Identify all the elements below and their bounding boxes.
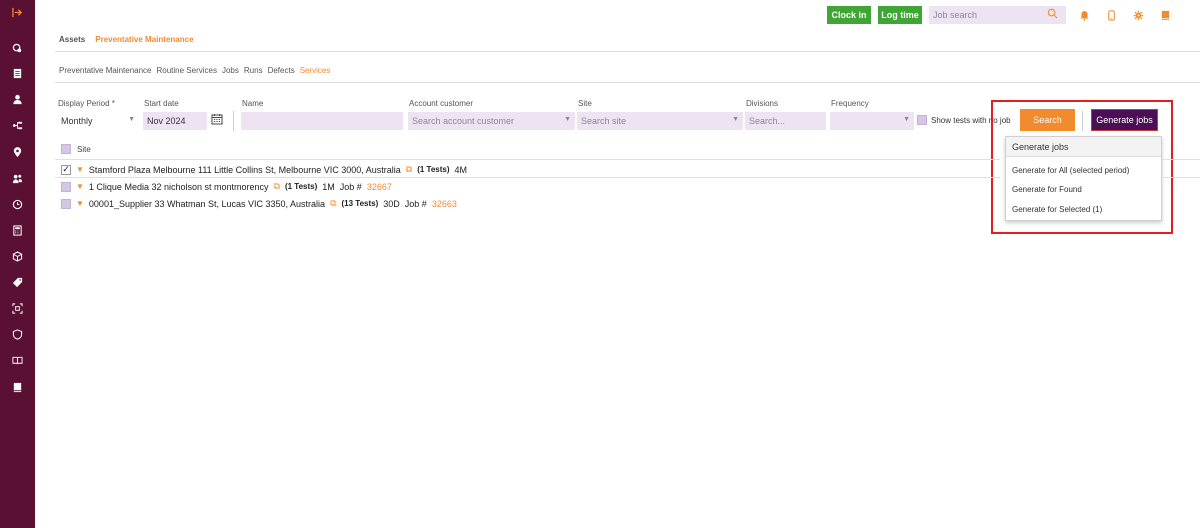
- tests-count: (1 Tests): [417, 165, 450, 174]
- subtab-defects[interactable]: Defects: [268, 66, 295, 75]
- external-link-icon[interactable]: ⧉: [274, 181, 280, 192]
- start-date-input[interactable]: Nov 2024: [143, 112, 207, 130]
- start-date-value: Nov 2024: [147, 116, 186, 126]
- hierarchy-icon[interactable]: [0, 115, 35, 135]
- name-input[interactable]: [241, 112, 403, 130]
- clock-icon[interactable]: [0, 194, 35, 214]
- search-icon[interactable]: [1047, 8, 1058, 21]
- price-tag-icon[interactable]: [0, 272, 35, 292]
- start-date-label: Start date: [144, 99, 179, 108]
- chevron-down-icon: ▼: [128, 116, 135, 123]
- divider: [55, 51, 1200, 52]
- frequency-value: 1M: [322, 181, 335, 192]
- subtab-jobs[interactable]: Jobs: [222, 66, 239, 75]
- log-time-button[interactable]: Log time: [878, 6, 922, 24]
- divider: [1162, 159, 1200, 160]
- tests-count: (1 Tests): [284, 182, 318, 191]
- site-column-header: Site: [77, 144, 91, 154]
- sub-tabs: Preventative Maintenance Routine Service…: [59, 66, 330, 75]
- job-label: Job #: [404, 198, 427, 209]
- account-customer-placeholder: Search account customer: [412, 116, 515, 126]
- table-row[interactable]: ▼ 1 Clique Media 32 nicholson st montmor…: [61, 181, 392, 192]
- document-icon[interactable]: [0, 63, 35, 83]
- tab-preventative-maintenance[interactable]: Preventative Maintenance: [95, 35, 193, 44]
- frequency-label: Frequency: [831, 99, 869, 108]
- clock-in-button[interactable]: Clock in: [827, 6, 871, 24]
- calendar-icon[interactable]: [211, 113, 223, 125]
- site-placeholder: Search site: [581, 116, 627, 126]
- divisions-input[interactable]: Search...: [745, 112, 826, 130]
- display-period-value: Monthly: [61, 116, 93, 126]
- tag-icon[interactable]: [0, 38, 35, 58]
- frequency-select[interactable]: ▼: [830, 112, 914, 130]
- calculator-icon[interactable]: [0, 220, 35, 240]
- collapse-icon[interactable]: [0, 2, 35, 22]
- site-list-header: Site: [61, 144, 91, 154]
- row-checkbox[interactable]: [61, 181, 71, 192]
- tab-assets[interactable]: Assets: [59, 35, 85, 44]
- table-row[interactable]: ✓ ▼ Stamford Plaza Melbourne 111 Little …: [61, 164, 467, 175]
- people-icon[interactable]: [0, 168, 35, 188]
- mobile-icon[interactable]: [1105, 9, 1117, 21]
- bell-icon[interactable]: [1078, 9, 1090, 21]
- frequency-value: 4M: [454, 164, 468, 175]
- display-period-select[interactable]: Monthly ▼: [57, 112, 139, 130]
- shield-icon[interactable]: [0, 324, 35, 344]
- job-number-link[interactable]: 32663: [432, 199, 457, 209]
- name-label: Name: [242, 99, 264, 108]
- external-link-icon[interactable]: ⧉: [330, 198, 336, 209]
- separator: [233, 111, 234, 131]
- gear-icon[interactable]: [1132, 9, 1144, 21]
- module-tabs: Assets Preventative Maintenance: [59, 35, 194, 44]
- scan-icon[interactable]: [0, 298, 35, 318]
- chevron-down-icon: ▼: [732, 116, 739, 123]
- chevron-down-icon: ▼: [564, 116, 571, 123]
- subtab-runs[interactable]: Runs: [244, 66, 263, 75]
- chevron-down-icon: ▼: [903, 116, 910, 123]
- person-icon[interactable]: [0, 89, 35, 109]
- external-link-icon[interactable]: ⧉: [406, 164, 412, 175]
- show-tests-checkbox[interactable]: [917, 115, 927, 125]
- site-label: Site: [578, 99, 592, 108]
- book-icon[interactable]: [1159, 9, 1171, 21]
- highlight-box: [991, 100, 1173, 234]
- chevron-down-icon[interactable]: ▼: [76, 182, 84, 191]
- job-search-input[interactable]: Job search: [929, 6, 1066, 24]
- subtab-preventative-maintenance[interactable]: Preventative Maintenance: [59, 66, 152, 75]
- subtab-routine-services[interactable]: Routine Services: [157, 66, 217, 75]
- frequency-value: 30D: [383, 198, 400, 209]
- divider: [55, 177, 1000, 178]
- subtab-services[interactable]: Services: [300, 66, 331, 75]
- divider: [55, 159, 1000, 160]
- account-customer-label: Account customer: [409, 99, 474, 108]
- job-number-link[interactable]: 32667: [367, 182, 392, 192]
- row-checkbox[interactable]: [61, 198, 71, 209]
- divisions-placeholder: Search...: [749, 116, 786, 126]
- job-search-placeholder: Job search: [933, 10, 978, 20]
- tests-count: (13 Tests): [341, 199, 379, 208]
- site-select[interactable]: Search site ▼: [577, 112, 743, 130]
- display-period-label: Display Period *: [58, 99, 115, 108]
- chevron-down-icon[interactable]: ▼: [76, 199, 84, 208]
- divisions-label: Divisions: [746, 99, 779, 108]
- sidebar: [0, 0, 35, 528]
- book-icon[interactable]: [0, 350, 35, 370]
- job-label: Job #: [339, 181, 362, 192]
- divider: [1162, 177, 1200, 178]
- box-icon[interactable]: [0, 246, 35, 266]
- chevron-down-icon[interactable]: ▼: [76, 165, 84, 174]
- location-icon[interactable]: [0, 142, 35, 162]
- site-name: 00001_Supplier 33 Whatman St, Lucas VIC …: [88, 198, 326, 209]
- notebook-icon[interactable]: [0, 377, 35, 397]
- site-name: 1 Clique Media 32 nicholson st montmoren…: [88, 181, 269, 192]
- site-name: Stamford Plaza Melbourne 111 Little Coll…: [88, 164, 401, 175]
- divider: [55, 82, 1200, 83]
- select-all-checkbox[interactable]: [61, 144, 71, 154]
- account-customer-select[interactable]: Search account customer ▼: [408, 112, 575, 130]
- table-row[interactable]: ▼ 00001_Supplier 33 Whatman St, Lucas VI…: [61, 198, 457, 209]
- row-checkbox[interactable]: ✓: [61, 164, 71, 175]
